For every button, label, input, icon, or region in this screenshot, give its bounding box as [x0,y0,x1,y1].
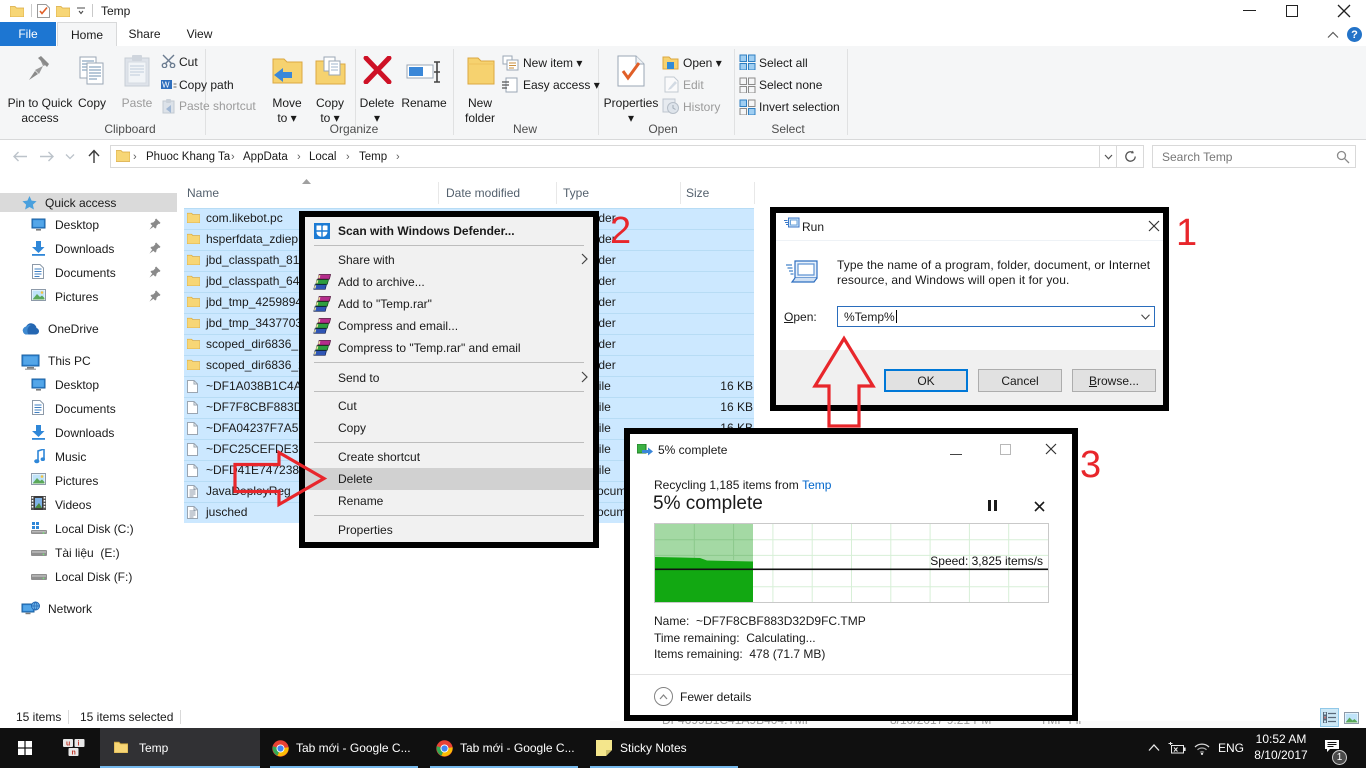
svg-text:n: n [72,749,76,756]
svg-text:u: u [66,740,70,747]
svg-text:Speed: 3,825 items/s: Speed: 3,825 items/s [930,554,1043,568]
svg-text:W: W [162,81,170,90]
svg-text:i: i [78,740,80,747]
